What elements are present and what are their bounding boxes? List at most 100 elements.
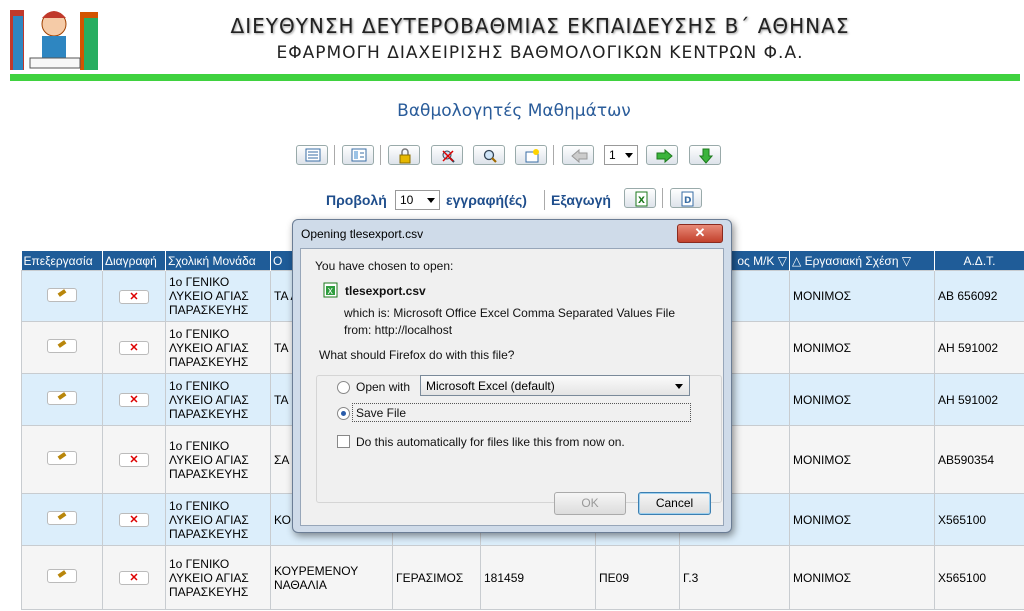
action-question: What should Firefox do with this file? <box>319 348 515 362</box>
svg-text:X: X <box>328 287 334 296</box>
page-select[interactable]: 1 <box>604 145 638 165</box>
csv-file-icon: X <box>323 282 338 298</box>
previous-page-button[interactable] <box>562 145 594 165</box>
edit-button[interactable] <box>47 339 77 353</box>
toolbar-separator <box>662 188 663 208</box>
school-cell: 1ο ΓΕΝΙΚΟ ΛΥΚΕΙΟ ΑΓΙΑΣ ΠΑΡΑΣΚΕΥΗΣ <box>165 321 271 374</box>
last-page-icon <box>698 148 714 164</box>
file-source: from: http://localhost <box>344 323 453 337</box>
search-button[interactable] <box>473 145 505 165</box>
header-title: ΔΙΕΥΘΥΝΣΗ ΔΕΥΤΕΡΟΒΑΘΜΙΑΣ ΕΚΠΑΙΔΕΥΣΗΣ Β΄ … <box>230 14 850 38</box>
auto-label[interactable]: Do this automatically for files like thi… <box>356 435 625 449</box>
delete-button[interactable]: ✕ <box>119 513 149 527</box>
auto-checkbox[interactable] <box>337 435 350 448</box>
delete-button[interactable]: ✕ <box>119 393 149 407</box>
lock-button[interactable] <box>388 145 420 165</box>
next-page-button[interactable] <box>646 145 678 165</box>
relation-cell: ΜΟΝΙΜΟΣ <box>789 373 935 426</box>
previous-page-icon <box>571 148 588 164</box>
name-cell: ΓΕΡΑΣΙΜΟΣ <box>392 545 481 610</box>
school-cell: 1ο ΓΕΝΙΚΟ ΛΥΚΕΙΟ ΑΓΙΑΣ ΠΑΡΑΣΚΕΥΗΣ <box>165 493 271 546</box>
table-row: ✕ 1ο ΓΕΝΙΚΟ ΛΥΚΕΙΟ ΑΓΙΑΣ ΠΑΡΑΣΚΕΥΗΣ ΚΟΥΡ… <box>21 545 1024 610</box>
excel-export-button[interactable]: X <box>624 188 656 208</box>
adt-cell: Χ565100 <box>934 545 1024 610</box>
document-export-button[interactable]: D <box>670 188 702 208</box>
relation-cell: ΜΟΝΙΜΟΣ <box>789 545 935 610</box>
column-header[interactable]: Επεξεργασία <box>21 251 103 271</box>
delete-button[interactable]: ✕ <box>119 571 149 585</box>
toolbar-separator <box>334 145 335 165</box>
document-export-icon: D <box>681 191 694 207</box>
column-header[interactable]: Διαγραφή <box>102 251 166 271</box>
ok-button[interactable]: OK <box>554 492 626 515</box>
chevron-down-icon <box>625 153 633 158</box>
open-with-label[interactable]: Open with <box>356 380 410 394</box>
column-header[interactable]: Σχολική Μονάδα <box>165 251 271 271</box>
toolbar-separator <box>553 145 554 165</box>
relation-cell: ΜΟΝΙΜΟΣ <box>789 321 935 374</box>
open-with-select[interactable]: Microsoft Excel (default) <box>420 375 690 396</box>
detail-view-icon <box>351 148 367 162</box>
page-size-select[interactable]: 10 <box>395 190 440 210</box>
list-view-icon <box>305 148 321 162</box>
svg-text:D: D <box>684 196 691 206</box>
header-subtitle: ΕΦΑΡΜΟΓΗ ΔΙΑΧΕΙΡΙΣΗΣ ΒΑΘΜΟΛΟΓΙΚΩΝ ΚΕΝΤΡΩ… <box>276 43 804 63</box>
export-label: Εξαγωγή <box>551 192 611 208</box>
new-record-button[interactable] <box>515 145 547 165</box>
delete-button[interactable]: ✕ <box>119 453 149 467</box>
search-icon <box>483 149 497 163</box>
surname-cell: ΚΟΥΡΕΜΕΝΟΥ ΝΑΘΑΛΙΑ <box>270 545 393 610</box>
edit-button[interactable] <box>47 287 77 302</box>
school-cell: 1ο ΓΕΝΙΚΟ ΛΥΚΕΙΟ ΑΓΙΑΣ ΠΑΡΑΣΚΕΥΗΣ <box>165 545 271 610</box>
page-size-value: 10 <box>400 193 414 207</box>
page-title: Βαθμολογητές Μαθημάτων <box>397 101 631 121</box>
last-page-button[interactable] <box>689 145 721 165</box>
adt-cell: ΑΗ 591002 <box>934 321 1024 374</box>
code-cell: 181459 <box>480 545 596 610</box>
edit-button[interactable] <box>47 391 77 405</box>
adt-cell: Χ565100 <box>934 493 1024 546</box>
file-name: tlesexport.csv <box>345 284 426 298</box>
adt-cell: ΑΒ590354 <box>934 425 1024 494</box>
chevron-down-icon <box>427 198 435 203</box>
excel-export-icon: X <box>635 191 648 207</box>
view-controls: Προβολή 10 εγγραφή(ές) Εξαγωγή X D <box>0 188 1024 212</box>
clear-search-icon <box>442 150 455 163</box>
adt-cell: ΑΗ 591002 <box>934 373 1024 426</box>
edit-button[interactable] <box>47 451 77 465</box>
toolbar-separator <box>544 190 545 210</box>
close-button[interactable]: ✕ <box>677 224 723 243</box>
clear-search-button[interactable] <box>431 145 463 165</box>
specialty-cell: ΠΕ09 <box>595 545 680 610</box>
new-record-icon <box>525 149 539 163</box>
header-divider <box>10 74 1020 81</box>
records-label: εγγραφή(ές) <box>446 192 527 208</box>
chevron-down-icon <box>675 384 683 389</box>
column-header[interactable]: △ Εργασιακή Σχέση ▽ <box>789 251 935 271</box>
school-cell: 1ο ΓΕΝΙΚΟ ΛΥΚΕΙΟ ΑΓΙΑΣ ΠΑΡΑΣΚΕΥΗΣ <box>165 373 271 426</box>
adt-cell: ΑΒ 656092 <box>934 270 1024 322</box>
app-header: ΔΙΕΥΘΥΝΣΗ ΔΕΥΤΕΡΟΒΑΘΜΙΑΣ ΕΚΠΑΙΔΕΥΣΗΣ Β΄ … <box>0 0 1024 82</box>
save-file-focus-ring <box>352 403 691 422</box>
list-view-button[interactable] <box>296 145 328 165</box>
lock-icon <box>399 148 411 164</box>
column-header[interactable]: Α.Δ.Τ. <box>934 251 1024 271</box>
file-type: which is: Microsoft Office Excel Comma S… <box>344 306 676 320</box>
delete-button[interactable]: ✕ <box>119 341 149 355</box>
cancel-button[interactable]: Cancel <box>638 492 711 515</box>
grade-cell: Γ.3 <box>679 545 790 610</box>
toolbar-separator <box>380 145 381 165</box>
open-with-radio[interactable] <box>337 381 350 394</box>
open-with-value: Microsoft Excel (default) <box>426 379 555 393</box>
relation-cell: ΜΟΝΙΜΟΣ <box>789 270 935 322</box>
page-number: 1 <box>609 148 616 162</box>
detail-view-button[interactable] <box>342 145 374 165</box>
save-file-radio[interactable] <box>337 407 350 420</box>
edit-button[interactable] <box>47 569 77 583</box>
relation-cell: ΜΟΝΙΜΟΣ <box>789 493 935 546</box>
delete-button[interactable]: ✕ <box>119 289 149 304</box>
chosen-label: You have chosen to open: <box>315 259 454 273</box>
close-icon: ✕ <box>694 225 706 240</box>
edit-button[interactable] <box>47 511 77 525</box>
relation-cell: ΜΟΝΙΜΟΣ <box>789 425 935 494</box>
